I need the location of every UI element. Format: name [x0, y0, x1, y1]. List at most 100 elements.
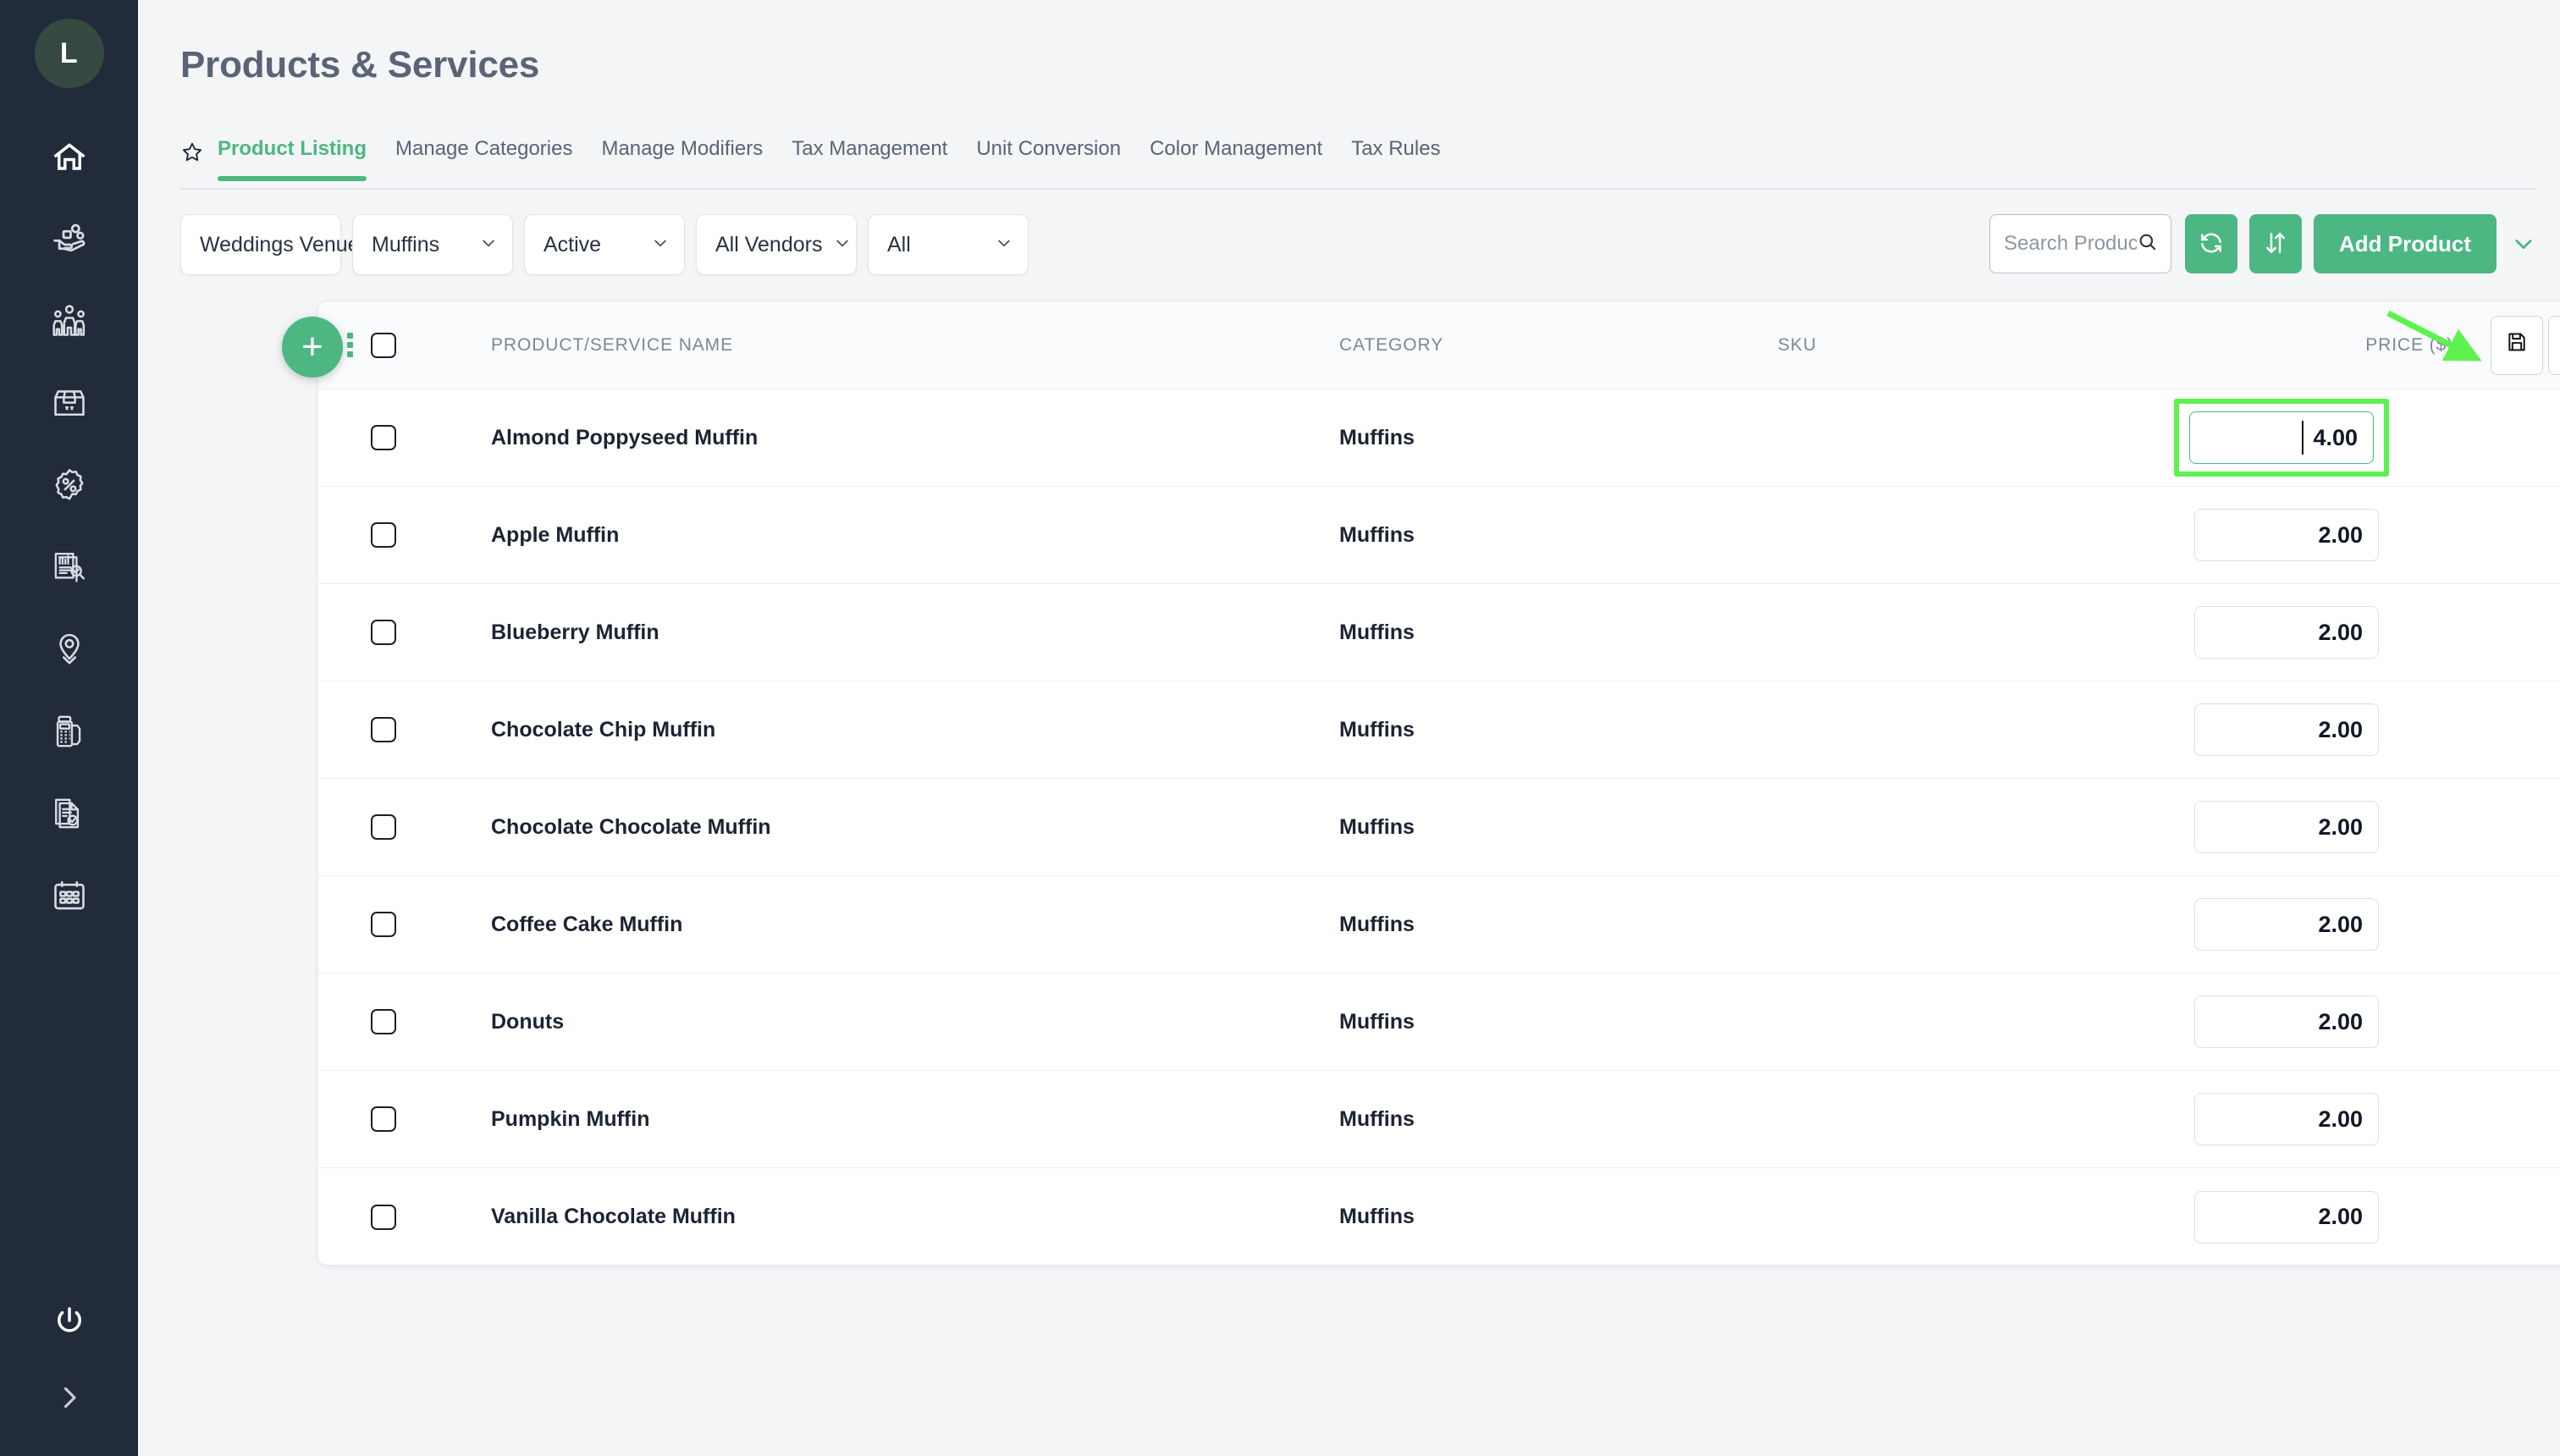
- row-expand-button[interactable]: [2514, 619, 2560, 647]
- sidebar-item-calendar[interactable]: [0, 854, 138, 936]
- price-input[interactable]: [2194, 1190, 2379, 1244]
- type-filter-select[interactable]: All: [868, 214, 1029, 275]
- table-row[interactable]: Donuts Muffins: [318, 973, 2560, 1071]
- tab-manage-categories[interactable]: Manage Categories: [395, 137, 572, 179]
- expand-sidebar-button[interactable]: [0, 1361, 138, 1437]
- main-content: Products & Services Product Listing Mana…: [138, 0, 2560, 1456]
- price-input[interactable]: [2194, 703, 2379, 756]
- price-input-editing[interactable]: [2189, 411, 2374, 464]
- row-expand-button[interactable]: [2514, 1008, 2560, 1036]
- sidebar-item-documents[interactable]: [0, 772, 138, 854]
- table-row[interactable]: Almond Poppyseed Muffin Muffins: [318, 389, 2560, 487]
- logout-button[interactable]: [0, 1285, 138, 1361]
- product-table: PRODUCT/SERVICE NAME CATEGORY SKU PRICE …: [317, 301, 2560, 1266]
- tab-unit-conversion[interactable]: Unit Conversion: [976, 137, 1121, 179]
- price-input[interactable]: [2194, 606, 2379, 659]
- tab-bar: Product Listing Manage Categories Manage…: [180, 137, 2535, 190]
- refresh-icon: [2199, 230, 2224, 258]
- table-row[interactable]: Pumpkin Muffin Muffins: [318, 1071, 2560, 1168]
- row-select-cell: [367, 717, 435, 742]
- sidebar-item-customers[interactable]: [0, 279, 138, 361]
- tab-product-listing[interactable]: Product Listing: [218, 137, 367, 181]
- row-checkbox[interactable]: [371, 717, 396, 742]
- column-header-sku[interactable]: SKU: [1778, 335, 2166, 356]
- sort-button[interactable]: [2249, 214, 2302, 273]
- table-row[interactable]: Blueberry Muffin Muffins: [318, 584, 2560, 681]
- venue-filter-select[interactable]: Weddings Venue: [180, 214, 386, 275]
- add-row-button[interactable]: +: [282, 317, 343, 378]
- add-product-button[interactable]: Add Product: [2314, 214, 2497, 273]
- cell-price: [2166, 801, 2514, 853]
- sidebar-item-inventory[interactable]: [0, 361, 138, 444]
- cancel-changes-button[interactable]: [2548, 315, 2560, 375]
- row-expand-button[interactable]: [2514, 911, 2560, 939]
- avatar[interactable]: L: [34, 19, 104, 88]
- price-input[interactable]: [2194, 995, 2379, 1048]
- row-checkbox[interactable]: [371, 522, 396, 548]
- table-row[interactable]: Chocolate Chocolate Muffin Muffins: [318, 779, 2560, 876]
- sidebar-item-terminal[interactable]: [0, 690, 138, 772]
- sidebar: L: [0, 0, 138, 1456]
- row-select-cell: [367, 620, 435, 645]
- category-filter-select[interactable]: Muffins: [352, 214, 513, 275]
- table-header-row: PRODUCT/SERVICE NAME CATEGORY SKU PRICE …: [318, 301, 2560, 389]
- refresh-button[interactable]: [2185, 214, 2237, 273]
- row-checkbox[interactable]: [371, 1009, 396, 1034]
- tab-manage-modifiers[interactable]: Manage Modifiers: [601, 137, 763, 179]
- row-expand-button[interactable]: [2514, 424, 2560, 452]
- app-root: L Products & Services Product Listing Ma…: [0, 0, 2560, 1456]
- row-expand-button[interactable]: [2514, 813, 2560, 841]
- tab-tax-rules[interactable]: Tax Rules: [1351, 137, 1440, 179]
- row-checkbox[interactable]: [371, 620, 396, 645]
- row-checkbox[interactable]: [371, 912, 396, 937]
- row-expand-button[interactable]: [2514, 716, 2560, 744]
- row-expand-button[interactable]: [2514, 521, 2560, 549]
- search-icon[interactable]: [2137, 231, 2159, 257]
- table-row[interactable]: Coffee Cake Muffin Muffins: [318, 876, 2560, 973]
- cell-product-name: Almond Poppyseed Muffin: [491, 425, 759, 449]
- star-icon[interactable]: [180, 141, 204, 168]
- row-select-cell: [367, 522, 435, 548]
- sidebar-item-home[interactable]: [0, 115, 138, 197]
- select-all-checkbox[interactable]: [371, 332, 396, 358]
- plus-icon: +: [301, 326, 323, 367]
- sidebar-item-discounts[interactable]: [0, 444, 138, 526]
- status-filter-select[interactable]: Active: [524, 214, 685, 275]
- row-checkbox[interactable]: [371, 1204, 396, 1230]
- row-expand-button[interactable]: [2514, 1203, 2560, 1231]
- tab-tax-management[interactable]: Tax Management: [792, 137, 947, 179]
- cell-category: Muffins: [1339, 1205, 1415, 1228]
- column-header-category[interactable]: CATEGORY: [1339, 335, 1778, 356]
- price-input[interactable]: [2194, 801, 2379, 853]
- row-checkbox[interactable]: [371, 425, 396, 450]
- save-changes-button[interactable]: [2491, 315, 2543, 375]
- vendor-filter-select[interactable]: All Vendors: [696, 214, 857, 275]
- sidebar-item-sales[interactable]: [0, 197, 138, 279]
- search-box[interactable]: [1989, 214, 2171, 273]
- cell-category: Muffins: [1339, 814, 1415, 839]
- column-header-name[interactable]: PRODUCT/SERVICE NAME: [435, 335, 1339, 356]
- table-row[interactable]: Apple Muffin Muffins: [318, 487, 2560, 584]
- tab-color-management[interactable]: Color Management: [1150, 137, 1322, 179]
- more-actions-chevron-down-icon[interactable]: [2512, 232, 2535, 256]
- cell-price: [2166, 703, 2514, 756]
- avatar-initial: L: [59, 36, 79, 69]
- price-input[interactable]: [2194, 509, 2379, 561]
- row-checkbox[interactable]: [371, 1106, 396, 1132]
- table-row[interactable]: Vanilla Chocolate Muffin Muffins: [318, 1168, 2560, 1265]
- table-row[interactable]: Chocolate Chip Muffin Muffins: [318, 681, 2560, 779]
- column-header-price[interactable]: PRICE ($): [2166, 335, 2514, 356]
- row-expand-button[interactable]: [2514, 1106, 2560, 1133]
- search-input[interactable]: [2004, 232, 2137, 256]
- select-all-cell: [367, 332, 435, 358]
- sidebar-item-reports[interactable]: [0, 526, 138, 608]
- row-checkbox[interactable]: [371, 814, 396, 840]
- price-input[interactable]: [2194, 898, 2379, 951]
- price-input[interactable]: [2194, 1093, 2379, 1145]
- hand-coins-icon: [51, 220, 88, 257]
- status-filter-value: Active: [543, 232, 602, 256]
- sidebar-item-locations[interactable]: [0, 608, 138, 690]
- add-product-label: Add Product: [2339, 230, 2471, 256]
- cell-category: Muffins: [1339, 717, 1415, 742]
- cell-price: [2166, 1190, 2514, 1244]
